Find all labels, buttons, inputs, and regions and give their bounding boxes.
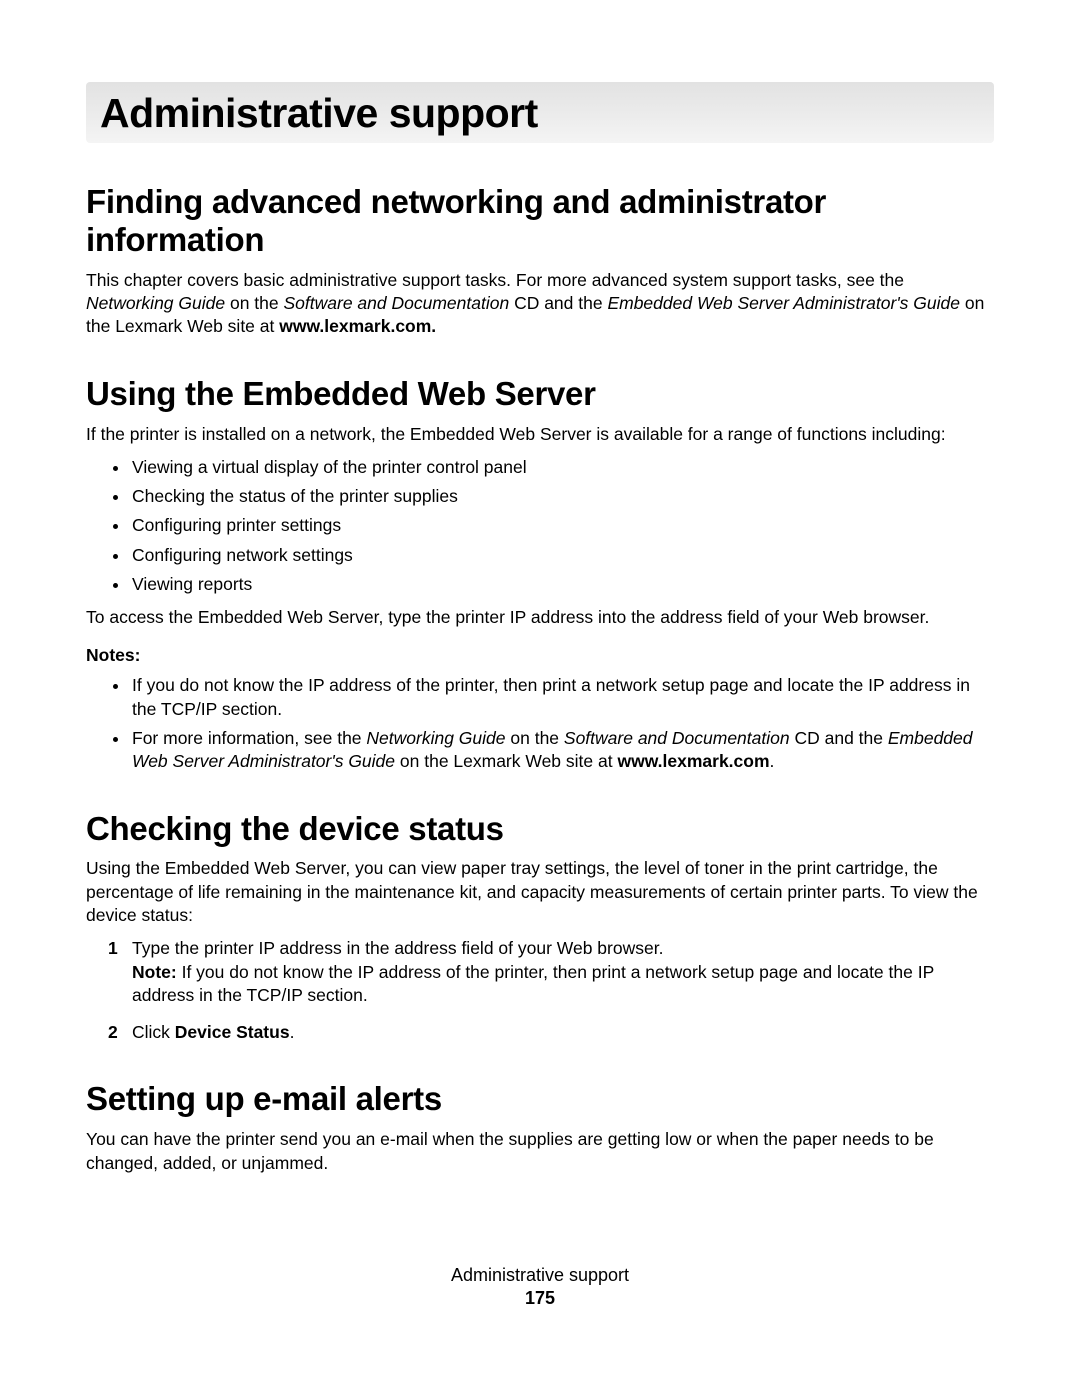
list-item: Checking the status of the printer suppl…: [130, 485, 994, 508]
heading-finding-info: Finding advanced networking and administ…: [86, 183, 994, 259]
text-run-italic: Software and Documentation: [284, 293, 510, 313]
heading-embedded-web-server: Using the Embedded Web Server: [86, 375, 994, 413]
steps-list: Type the printer IP address in the addre…: [86, 937, 994, 1044]
notes-list: If you do not know the IP address of the…: [86, 674, 994, 773]
text-run-bold: Note:: [132, 962, 177, 982]
text-run: For more information, see the: [132, 728, 366, 748]
notes-label: Notes:: [86, 645, 994, 666]
section-finding-info: Finding advanced networking and administ…: [86, 183, 994, 339]
text-run-italic: Networking Guide: [86, 293, 225, 313]
text-run-italic: Software and Documentation: [564, 728, 790, 748]
list-item: Viewing a virtual display of the printer…: [130, 456, 994, 479]
para-ews-access: To access the Embedded Web Server, type …: [86, 606, 994, 629]
text-run-bold: www.lexmark.com.: [279, 316, 436, 336]
section-checking-status: Checking the device status Using the Emb…: [86, 810, 994, 1045]
section-email-alerts: Setting up e-mail alerts You can have th…: [86, 1080, 994, 1174]
para-ews-intro: If the printer is installed on a network…: [86, 423, 994, 446]
step-text: Type the printer IP address in the addre…: [132, 938, 663, 958]
para-finding-info: This chapter covers basic administrative…: [86, 269, 994, 339]
text-run: on the: [225, 293, 283, 313]
text-run: Click: [132, 1022, 175, 1042]
text-run-bold: www.lexmark.com: [617, 751, 769, 771]
text-run-bold: Device Status: [175, 1022, 290, 1042]
text-run-italic: Embedded Web Server Administrator's Guid…: [607, 293, 960, 313]
text-run: on the: [506, 728, 564, 748]
footer-page-number: 175: [86, 1288, 994, 1309]
text-run: .: [290, 1022, 295, 1042]
page-title: Administrative support: [100, 90, 980, 137]
para-checking-intro: Using the Embedded Web Server, you can v…: [86, 857, 994, 927]
text-run: on the Lexmark Web site at: [395, 751, 617, 771]
list-item: Viewing reports: [130, 573, 994, 596]
text-run: This chapter covers basic administrative…: [86, 270, 904, 290]
step-item: Type the printer IP address in the addre…: [108, 937, 994, 1007]
text-run: CD and the: [509, 293, 607, 313]
heading-checking-status: Checking the device status: [86, 810, 994, 848]
text-run: .: [770, 751, 775, 771]
section-embedded-web-server: Using the Embedded Web Server If the pri…: [86, 375, 994, 774]
text-run: If you do not know the IP address of the…: [132, 962, 934, 1005]
bullet-list-ews-functions: Viewing a virtual display of the printer…: [86, 456, 994, 596]
step-note: Note: If you do not know the IP address …: [132, 961, 994, 1008]
para-email-intro: You can have the printer send you an e-m…: [86, 1128, 994, 1175]
page-title-bar: Administrative support: [86, 82, 994, 143]
list-item: Configuring printer settings: [130, 514, 994, 537]
step-item: Click Device Status.: [108, 1021, 994, 1044]
footer-title: Administrative support: [86, 1265, 994, 1286]
text-run-italic: Networking Guide: [366, 728, 505, 748]
document-page: Administrative support Finding advanced …: [0, 0, 1080, 1369]
list-item: Configuring network settings: [130, 544, 994, 567]
heading-email-alerts: Setting up e-mail alerts: [86, 1080, 994, 1118]
list-item: If you do not know the IP address of the…: [130, 674, 994, 721]
page-footer: Administrative support 175: [86, 1265, 994, 1309]
text-run: CD and the: [790, 728, 888, 748]
list-item: For more information, see the Networking…: [130, 727, 994, 774]
